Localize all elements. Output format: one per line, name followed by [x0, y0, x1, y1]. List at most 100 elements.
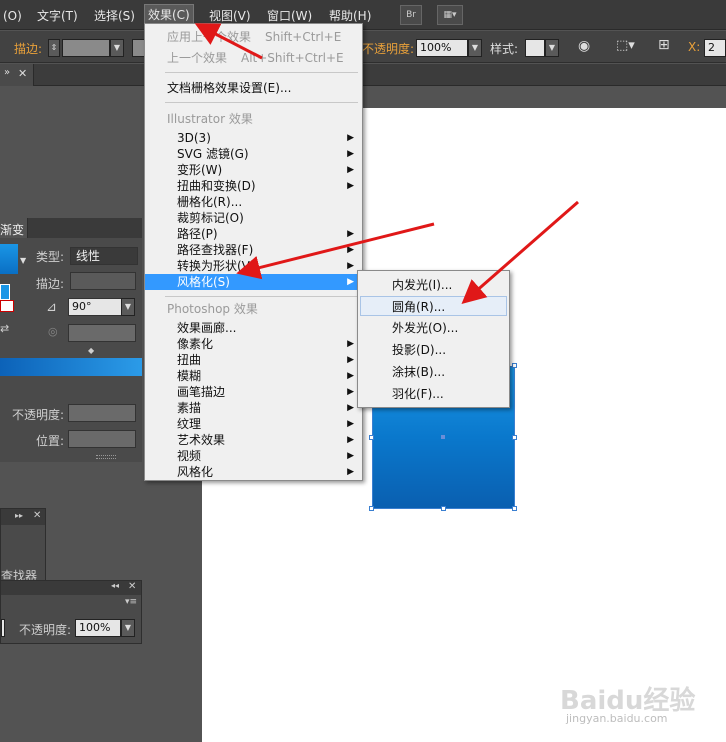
stop-position-field[interactable]: [68, 430, 136, 448]
stroke-none-swatch[interactable]: [0, 300, 14, 312]
midpoint-diamond-icon[interactable]: ◆: [88, 346, 94, 355]
submenu-arrow-icon: ▶: [347, 403, 354, 413]
x-label: X:: [688, 40, 701, 54]
photoshop-effects-header: Photoshop 效果: [167, 302, 258, 316]
handle-bottom-center[interactable]: [441, 506, 446, 511]
menu-item-warp[interactable]: 变形(W) ▶: [145, 162, 362, 178]
x-field[interactable]: 2: [704, 39, 726, 57]
menu-item-rasterize[interactable]: 栅格化(R)...: [145, 194, 362, 210]
close-panel-icon-2[interactable]: ✕: [128, 581, 136, 592]
menu-item-convert-to-shape[interactable]: 转换为形状(V) ▶: [145, 258, 362, 274]
transparency-opacity-label: 不透明度:: [19, 623, 72, 637]
submenu-arrow-icon: ▶: [347, 181, 354, 191]
gradient-slider[interactable]: [0, 358, 142, 376]
menu-item-distort-transform[interactable]: 扭曲和变换(D) ▶: [145, 178, 362, 194]
menu-item-raster-settings[interactable]: 文档栅格效果设置(E)...: [145, 80, 362, 96]
stylize-submenu: 内发光(I)... 圆角(R)... 外发光(O)... 投影(D)... 涂抹…: [357, 270, 510, 408]
opacity-field[interactable]: 100%: [416, 39, 468, 57]
reverse-gradient-icon[interactable]: ⇄: [0, 322, 9, 335]
menu-item-pixelate[interactable]: 像素化 ▶: [145, 336, 362, 352]
submenu-arrow-icon: ▶: [347, 435, 354, 445]
submenu-arrow-icon: ▶: [347, 277, 354, 287]
submenu-item-feather[interactable]: 羽化(F)...: [360, 384, 507, 404]
handle-top-right[interactable]: [512, 363, 517, 368]
stroke-stepper[interactable]: ⇕: [48, 39, 60, 57]
menu-item-path[interactable]: 路径(P) ▶: [145, 226, 362, 242]
gradient-tab-label: 渐变: [0, 223, 25, 237]
angle-field[interactable]: 90°: [68, 298, 122, 316]
aspect-ratio-icon: ◎: [48, 325, 58, 338]
gradient-swatch[interactable]: [0, 244, 18, 274]
submenu-arrow-icon: ▶: [347, 467, 354, 477]
collapse-panel-icon[interactable]: ▸▸: [15, 511, 23, 520]
transparency-opacity-dropdown-icon[interactable]: ▼: [121, 619, 135, 637]
close-panel-icon[interactable]: ✕: [33, 510, 41, 521]
close-tab-icon[interactable]: ✕: [18, 67, 27, 80]
submenu-item-scribble[interactable]: 涂抹(B)...: [360, 362, 507, 382]
handle-middle-right[interactable]: [512, 435, 517, 440]
menu-item-svg-filters[interactable]: SVG 滤镜(G) ▶: [145, 146, 362, 162]
menu-item-texture[interactable]: 纹理 ▶: [145, 416, 362, 432]
panel-menu-icon[interactable]: ▾≡: [125, 597, 137, 607]
stop-position-label: 位置:: [36, 434, 65, 448]
type-select[interactable]: 线性: [70, 247, 138, 265]
menu-separator: [165, 296, 358, 297]
handle-bottom-left[interactable]: [369, 506, 374, 511]
menu-item-stylize[interactable]: 风格化(S) ▶: [145, 274, 362, 290]
transform-icon[interactable]: ⊞: [658, 37, 670, 53]
align-icon[interactable]: ⬚▾: [616, 38, 635, 53]
aspect-ratio-field[interactable]: [68, 324, 136, 342]
menu-object[interactable]: (O): [0, 6, 25, 26]
submenu-item-drop-shadow[interactable]: 投影(D)...: [360, 340, 507, 360]
handle-middle-left[interactable]: [369, 435, 374, 440]
submenu-arrow-icon: ▶: [347, 339, 354, 349]
blend-mode-select[interactable]: [1, 619, 5, 637]
menu-item-pathfinder[interactable]: 路径查找器(F) ▶: [145, 242, 362, 258]
menu-item-distort[interactable]: 扭曲 ▶: [145, 352, 362, 368]
submenu-arrow-icon: ▶: [347, 419, 354, 429]
tab-options-icon: »: [4, 67, 11, 78]
submenu-arrow-icon: ▶: [347, 387, 354, 397]
menu-select[interactable]: 选择(S): [91, 6, 138, 26]
menu-item-apply-last-effect[interactable]: 应用上一个效果 Shift+Ctrl+E: [145, 29, 362, 45]
menu-item-crop-marks[interactable]: 裁剪标记(O): [145, 210, 362, 226]
arrange-documents-icon[interactable]: ▦▾: [437, 5, 463, 25]
effect-menu: 应用上一个效果 Shift+Ctrl+E 上一个效果 Alt+Shift+Ctr…: [144, 23, 363, 481]
opacity-label: 不透明度:: [362, 42, 415, 56]
submenu-item-outer-glow[interactable]: 外发光(O)...: [360, 318, 507, 338]
style-swatch[interactable]: [525, 39, 545, 57]
fill-stroke-swatch[interactable]: [0, 284, 10, 300]
document-tab-row: » ✕: [0, 64, 726, 86]
bridge-button[interactable]: Br: [400, 5, 422, 25]
stroke-gradient-buttons[interactable]: [70, 272, 136, 290]
collapse-panel-icon-2[interactable]: ◂◂: [111, 581, 119, 590]
menu-type[interactable]: 文字(T): [34, 6, 81, 26]
recolor-icon[interactable]: ◉: [578, 38, 590, 54]
angle-icon: ⊿: [46, 300, 57, 315]
menu-item-effect-gallery[interactable]: 效果画廊...: [145, 320, 362, 336]
submenu-item-inner-glow[interactable]: 内发光(I)...: [360, 275, 507, 295]
stop-opacity-field[interactable]: [68, 404, 136, 422]
menu-item-blur[interactable]: 模糊 ▶: [145, 368, 362, 384]
menu-item-3d[interactable]: 3D(3) ▶: [145, 130, 362, 146]
angle-dropdown-icon[interactable]: ▼: [121, 298, 135, 316]
menu-item-brush-strokes[interactable]: 画笔描边 ▶: [145, 384, 362, 400]
gradient-dropdown-icon[interactable]: ▼: [20, 256, 26, 265]
stroke-dropdown-icon[interactable]: ▼: [110, 39, 124, 57]
panel-resize-grip[interactable]: [96, 455, 116, 459]
menu-item-artistic[interactable]: 艺术效果 ▶: [145, 432, 362, 448]
submenu-item-round-corners[interactable]: 圆角(R)...: [360, 296, 507, 316]
center-point: [441, 435, 445, 439]
watermark-url: jingyan.baidu.com: [566, 712, 668, 725]
stroke-weight-field[interactable]: [62, 39, 110, 57]
handle-bottom-right[interactable]: [512, 506, 517, 511]
transparency-opacity-field[interactable]: 100%: [75, 619, 121, 637]
type-label: 类型:: [36, 250, 65, 264]
opacity-dropdown-icon[interactable]: ▼: [468, 39, 482, 57]
menu-item-ps-stylize[interactable]: 风格化 ▶: [145, 464, 362, 480]
style-dropdown-icon[interactable]: ▼: [545, 39, 559, 57]
submenu-arrow-icon: ▶: [347, 371, 354, 381]
menu-item-sketch[interactable]: 素描 ▶: [145, 400, 362, 416]
menu-item-last-effect[interactable]: 上一个效果 Alt+Shift+Ctrl+E: [145, 50, 362, 66]
menu-item-video[interactable]: 视频 ▶: [145, 448, 362, 464]
